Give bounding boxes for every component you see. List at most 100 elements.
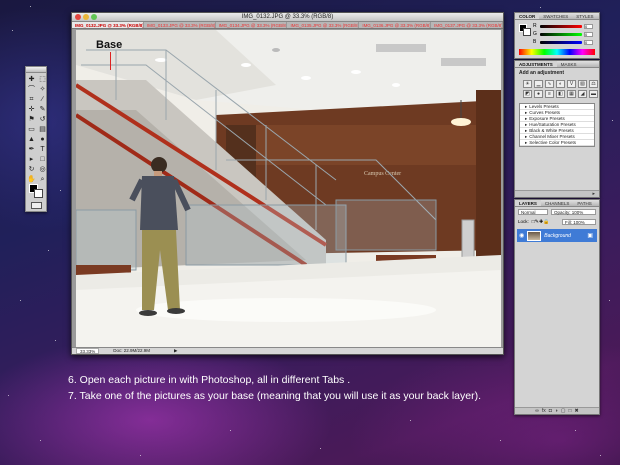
- curves-icon[interactable]: ∿: [545, 80, 554, 88]
- document-tab-1[interactable]: IMG_0132.JPG @ 33.3% (RGB/8): [72, 22, 144, 28]
- lock-options-icon[interactable]: □✎✚🔒: [532, 219, 550, 225]
- channel-mixer-icon[interactable]: ≡: [545, 90, 554, 98]
- document-status-bar: 33.33% Doc: 22.9M/22.9M ▶: [72, 347, 503, 354]
- layer-row-background[interactable]: ◉ Background ▣: [517, 229, 597, 242]
- adjustment-layer-icon[interactable]: ◑: [555, 408, 558, 414]
- document-tab-2[interactable]: IMG_0133.JPG @ 33.3% (RGB/8): [144, 22, 216, 28]
- tab-masks[interactable]: MASKS: [557, 61, 581, 67]
- eye-visibility-icon[interactable]: ◉: [519, 232, 524, 239]
- threshold-icon[interactable]: ◢: [578, 90, 587, 98]
- doc-size: Doc: 22.9M/22.9M: [113, 348, 151, 353]
- black-white-icon[interactable]: ◩: [523, 90, 532, 98]
- marquee-tool-icon[interactable]: ⬚: [38, 75, 47, 84]
- dodge-tool-icon[interactable]: ●: [38, 135, 47, 144]
- levels-icon[interactable]: ▁: [534, 80, 543, 88]
- tab-layers[interactable]: LAYERS: [515, 200, 541, 206]
- new-group-icon[interactable]: ▢: [561, 408, 566, 414]
- color-panel: COLOR SWATCHES STYLES R 0 G 0 B 0: [514, 12, 600, 59]
- layer-style-icon[interactable]: fx: [542, 408, 546, 414]
- preset-selective-color[interactable]: Selective Color Presets: [520, 140, 594, 146]
- path-selection-tool-icon[interactable]: ▸: [27, 155, 36, 164]
- instruction-step-7: 7. Take one of the pictures as your base…: [68, 390, 482, 402]
- adjustments-panel: ADJUSTMENTS MASKS Add an adjustment ☀ ▁ …: [514, 60, 600, 198]
- color-panel-background-swatch[interactable]: [523, 28, 531, 36]
- brush-tool-icon[interactable]: ✎: [38, 105, 47, 114]
- add-mask-icon[interactable]: ◘: [549, 408, 552, 414]
- tab-color[interactable]: COLOR: [515, 13, 540, 19]
- pen-tool-icon[interactable]: ✒: [27, 145, 36, 154]
- document-window: IMG_0132.JPG @ 33.3% (RGB/8) IMG_0132.JP…: [71, 12, 504, 355]
- base-annotation-pointer: [110, 52, 111, 70]
- zoom-window-icon[interactable]: [91, 14, 97, 20]
- tab-styles[interactable]: STYLES: [572, 13, 597, 19]
- delete-layer-icon[interactable]: ✖: [575, 408, 579, 414]
- lasso-tool-icon[interactable]: ⌒: [27, 85, 36, 94]
- background-color-swatch[interactable]: [34, 189, 43, 198]
- adjustments-panel-footer: ▸: [515, 190, 599, 197]
- tab-swatches[interactable]: SWATCHES: [539, 13, 572, 19]
- tab-adjustments[interactable]: ADJUSTMENTS: [515, 61, 557, 67]
- hand-tool-icon[interactable]: ✋: [27, 175, 36, 184]
- image-canvas[interactable]: Campus Center Base: [76, 30, 501, 348]
- hue-saturation-icon[interactable]: ▧: [578, 80, 587, 88]
- blend-mode-dropdown[interactable]: Normal: [518, 209, 548, 215]
- layers-panel: LAYERS CHANNELS PATHS Normal Opacity: 10…: [514, 199, 600, 415]
- photo-filter-icon[interactable]: ●: [534, 90, 543, 98]
- lobby-photo: Campus Center: [76, 30, 501, 348]
- quick-mask-icon[interactable]: [31, 202, 42, 209]
- shape-tool-icon[interactable]: □: [38, 155, 47, 164]
- adjustments-panel-menu-icon[interactable]: ▸: [592, 191, 595, 197]
- base-annotation-label: Base: [96, 39, 123, 51]
- document-title: IMG_0132.JPG @ 33.3% (RGB/8): [241, 14, 334, 20]
- adjustment-presets-list: Levels Presets Curves Presets Exposure P…: [519, 103, 595, 147]
- document-tab-5[interactable]: IMG_0136.JPG @ 33.3% (RGB/8): [359, 22, 432, 28]
- minimize-window-icon[interactable]: [83, 14, 89, 20]
- new-layer-icon[interactable]: □: [569, 408, 572, 414]
- blur-tool-icon[interactable]: ▲: [27, 135, 36, 144]
- gradient-map-icon[interactable]: ▬: [589, 90, 598, 98]
- instruction-step-6: 6. Open each picture in with Photoshop, …: [68, 374, 351, 386]
- history-brush-tool-icon[interactable]: ↺: [38, 115, 47, 124]
- invert-icon[interactable]: ◧: [556, 90, 565, 98]
- document-tab-6[interactable]: IMG_0137.JPG @ 33.3% (RGB/8): [431, 22, 503, 28]
- crop-tool-icon[interactable]: ⌗: [27, 95, 36, 104]
- link-layers-icon[interactable]: ∞: [535, 408, 539, 414]
- layer-name: Background: [544, 232, 571, 239]
- layers-panel-footer: ∞ fx ◘ ◑ ▢ □ ✖: [515, 407, 599, 414]
- document-titlebar[interactable]: IMG_0132.JPG @ 33.3% (RGB/8): [72, 13, 503, 22]
- exposure-icon[interactable]: ◐: [556, 80, 565, 88]
- 3d-orbit-tool-icon[interactable]: ◎: [38, 165, 47, 174]
- color-balance-icon[interactable]: ⚖: [589, 80, 598, 88]
- close-window-icon[interactable]: [75, 14, 81, 20]
- document-tab-3[interactable]: IMG_0134.JPG @ 33.3% (RGB/8): [216, 22, 288, 28]
- document-tab-bar: IMG_0132.JPG @ 33.3% (RGB/8) IMG_0133.JP…: [72, 22, 503, 29]
- magic-wand-tool-icon[interactable]: ✧: [38, 85, 47, 94]
- gradient-tool-icon[interactable]: ▤: [38, 125, 47, 134]
- layer-thumbnail: [527, 230, 542, 241]
- brightness-contrast-icon[interactable]: ☀: [523, 80, 532, 88]
- posterize-icon[interactable]: ▦: [567, 90, 576, 98]
- document-tab-4[interactable]: IMG_0135.JPG @ 33.3% (RGB/8): [287, 22, 360, 28]
- move-tool-icon[interactable]: ✚: [27, 75, 36, 84]
- tab-channels[interactable]: CHANNELS: [541, 200, 574, 206]
- eyedropper-tool-icon[interactable]: ∕: [38, 95, 47, 104]
- opacity-field[interactable]: Opacity: 100%: [551, 209, 596, 215]
- tools-panel: ✚ ⬚ ⌒ ✧ ⌗ ∕ ✛ ✎ ⚑ ↺ ▭ ▤ ▲ ● ✒ T ▸ □ ↻ ◎ …: [25, 66, 47, 212]
- zoom-level[interactable]: 33.33%: [76, 348, 100, 354]
- tab-paths[interactable]: PATHS: [573, 200, 595, 206]
- lock-label: Lock:: [518, 219, 529, 224]
- blue-slider[interactable]: B 0: [515, 38, 599, 46]
- eraser-tool-icon[interactable]: ▭: [27, 125, 36, 134]
- vibrance-icon[interactable]: V: [567, 80, 576, 88]
- fill-field[interactable]: Fill: 100%: [562, 219, 596, 225]
- wall-sign-text: Campus Center: [364, 171, 401, 177]
- lock-icon: ▣: [587, 233, 593, 239]
- status-menu-arrow-icon[interactable]: ▶: [174, 348, 177, 354]
- zoom-tool-icon[interactable]: ⌕: [38, 175, 47, 184]
- adjustments-heading: Add an adjustment: [519, 70, 565, 76]
- type-tool-icon[interactable]: T: [38, 145, 47, 154]
- healing-brush-tool-icon[interactable]: ✛: [27, 105, 36, 114]
- clone-stamp-tool-icon[interactable]: ⚑: [27, 115, 36, 124]
- color-spectrum-ramp[interactable]: [519, 49, 595, 55]
- 3d-rotate-tool-icon[interactable]: ↻: [27, 165, 36, 174]
